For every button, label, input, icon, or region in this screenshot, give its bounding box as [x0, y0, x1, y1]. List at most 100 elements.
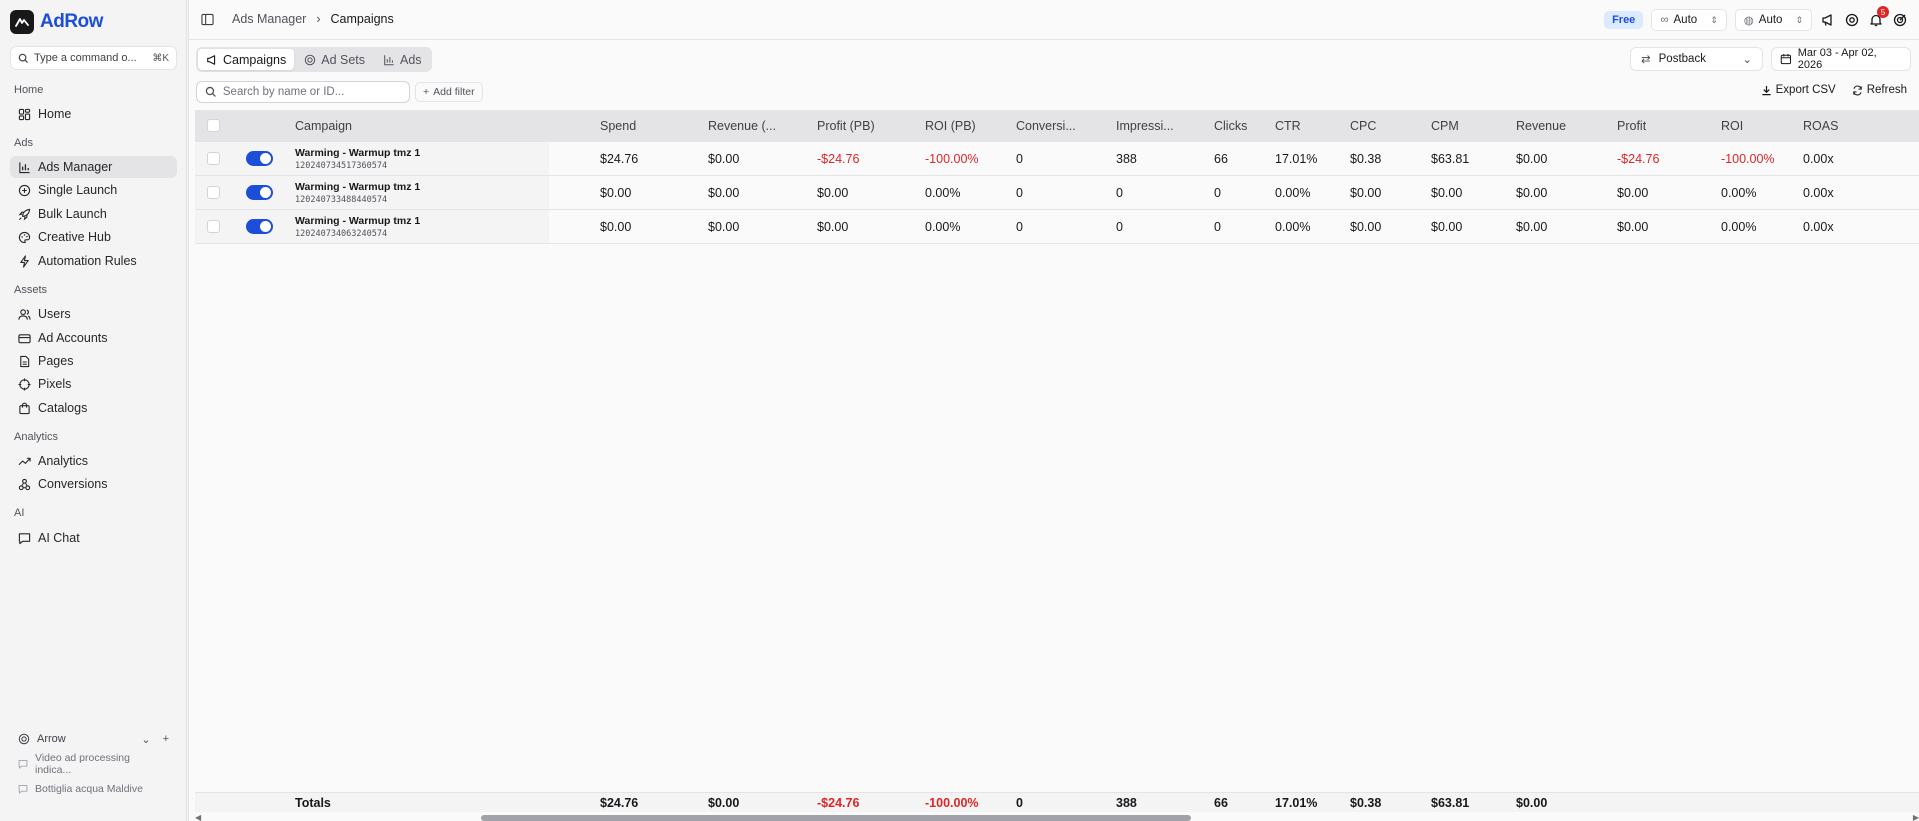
row-checkbox-cell [207, 142, 220, 175]
webhook-icon [18, 478, 31, 490]
section-label-home: Home [14, 84, 44, 96]
campaign-cell[interactable]: Warming - Warmup tmz 1 120240734517360574 [295, 142, 420, 175]
column-header-roas[interactable]: ROAS [1803, 110, 1838, 141]
total-ctr: 17.01% [1275, 795, 1318, 810]
cell-roas: 0.00x [1803, 151, 1834, 166]
plus-icon[interactable]: + [163, 733, 169, 746]
column-header-clicks[interactable]: Clicks [1214, 110, 1247, 141]
tab-campaigns[interactable]: Campaigns [198, 49, 295, 70]
sidebar-item-home[interactable]: Home [10, 103, 177, 125]
column-header-profit-pb[interactable]: Profit (PB) [817, 110, 875, 141]
status-toggle-cell [246, 142, 273, 175]
sidebar-item-catalogs[interactable]: Catalogs [10, 397, 177, 419]
cell-ctr: 0.00% [1275, 185, 1311, 200]
cell-conversi: 0 [1016, 185, 1023, 200]
cell-cpm: $63.81 [1431, 151, 1470, 166]
workspace-chat-item[interactable]: Video ad processing indica... [10, 752, 177, 776]
file-icon [20, 355, 30, 367]
column-header-roi-pb[interactable]: ROI (PB) [925, 110, 976, 141]
attribution-select[interactable]: ⇄ Postback ⌄ [1630, 47, 1763, 71]
sidebar-toggle-icon[interactable] [201, 13, 214, 26]
row-checkbox[interactable] [207, 220, 220, 233]
search-input[interactable] [222, 86, 401, 98]
sidebar-item-analytics[interactable]: Analytics [10, 450, 177, 472]
column-header-profit[interactable]: Profit [1617, 110, 1646, 141]
megaphone-icon [207, 54, 216, 65]
status-toggle[interactable] [246, 219, 273, 234]
search-icon [205, 86, 216, 97]
table-row[interactable]: Warming - Warmup tmz 1 120240734517360574… [195, 142, 1919, 176]
cell-roi-pb: -100.00% [925, 151, 979, 166]
column-header-revenue[interactable]: Revenue (... [708, 110, 776, 141]
chevron-down-icon[interactable]: ⌄ [141, 733, 150, 746]
table-row[interactable]: Warming - Warmup tmz 1 120240734063240574… [195, 210, 1919, 244]
sidebar-item-bulk-launch[interactable]: Bulk Launch [10, 203, 177, 225]
sidebar-item-creative-hub[interactable]: Creative Hub [10, 226, 177, 248]
scroll-right-icon[interactable]: ▶ [1913, 813, 1919, 821]
auto-select-2[interactable]: ◍ Auto ⇕ [1734, 9, 1812, 31]
palette-icon [18, 231, 31, 243]
sidebar-item-pixels[interactable]: Pixels [10, 373, 177, 395]
select-all-checkbox[interactable] [207, 119, 220, 132]
sidebar-item-conversions[interactable]: Conversions [10, 473, 177, 495]
row-checkbox[interactable] [207, 186, 220, 199]
date-range-picker[interactable]: Mar 03 - Apr 02, 2026 [1771, 47, 1911, 71]
plus-circle-icon [18, 184, 31, 196]
target-icon[interactable] [1892, 12, 1908, 28]
sidebar-item-pages[interactable]: Pages [10, 350, 177, 372]
tab-ad-sets[interactable]: Ad Sets [296, 49, 373, 70]
campaign-id: 120240734517360574 [295, 160, 388, 171]
column-header-campaign[interactable]: Campaign [295, 110, 352, 141]
chevron-updown-icon: ⇕ [1710, 14, 1718, 25]
section-label-analytics: Analytics [14, 431, 59, 443]
workspace-selector[interactable]: Arrow ⌄ + [10, 728, 177, 750]
swap-icon: ⇄ [1641, 54, 1651, 66]
column-header-cpc[interactable]: CPC [1350, 110, 1376, 141]
row-checkbox-cell [207, 176, 220, 209]
sidebar-item-automation-rules[interactable]: Automation Rules [10, 250, 177, 272]
cell-cpc: $0.00 [1350, 185, 1382, 200]
megaphone-icon[interactable] [1820, 12, 1836, 28]
scrollbar-thumb[interactable] [481, 815, 1191, 821]
auto-select-1[interactable]: ∞ Auto ⇕ [1651, 9, 1727, 31]
export-csv-button[interactable]: Export CSV [1761, 84, 1836, 96]
command-search[interactable]: Type a command o... ⌘K [10, 46, 177, 70]
breadcrumb-ads-manager[interactable]: Ads Manager [232, 12, 306, 26]
campaign-name[interactable]: Warming - Warmup tmz 1 [295, 147, 420, 159]
scroll-left-icon[interactable]: ◀ [195, 813, 201, 821]
campaign-name[interactable]: Warming - Warmup tmz 1 [295, 181, 420, 193]
campaign-name[interactable]: Warming - Warmup tmz 1 [295, 215, 420, 227]
column-header-ctr[interactable]: CTR [1275, 110, 1301, 141]
add-filter-button[interactable]: + Add filter [415, 82, 483, 102]
column-header-conversi[interactable]: Conversi... [1016, 110, 1076, 141]
top-bar: Ads Manager › Campaigns Free ∞ Auto ⇕ ◍ … [189, 0, 1919, 40]
status-toggle-cell [246, 210, 273, 243]
column-header-impressi[interactable]: Impressi... [1116, 110, 1174, 141]
campaign-cell[interactable]: Warming - Warmup tmz 1 120240734063240574 [295, 210, 420, 243]
column-header-spend[interactable]: Spend [600, 110, 636, 141]
column-header-roi[interactable]: ROI [1721, 110, 1743, 141]
workspace-chat-item[interactable]: Bottiglia acqua Maldive [10, 778, 177, 800]
help-circle-icon[interactable] [1844, 12, 1860, 28]
bell-icon[interactable]: 5 [1868, 6, 1889, 28]
horizontal-scrollbar[interactable]: ◀ ▶ [195, 813, 1919, 821]
sidebar-item-ads-manager[interactable]: Ads Manager [10, 156, 177, 178]
cell-revenue: $0.00 [1516, 185, 1548, 200]
sidebar-item-ai-chat[interactable]: AI Chat [10, 527, 177, 549]
campaign-cell[interactable]: Warming - Warmup tmz 1 120240733488440574 [295, 176, 420, 209]
column-header-revenue[interactable]: Revenue [1516, 110, 1566, 141]
section-label-ads: Ads [14, 137, 33, 149]
row-checkbox[interactable] [207, 152, 220, 165]
app-logo[interactable]: AdRow [10, 10, 103, 34]
sidebar-item-users[interactable]: Users [10, 303, 177, 325]
column-header-cpm[interactable]: CPM [1431, 110, 1459, 141]
status-toggle[interactable] [246, 151, 273, 166]
refresh-button[interactable]: Refresh [1852, 84, 1907, 96]
status-toggle[interactable] [246, 185, 273, 200]
sidebar-item-ad-accounts[interactable]: Ad Accounts [10, 327, 177, 349]
level-tabs: Campaigns Ad Sets Ads [196, 47, 432, 72]
sidebar-item-single-launch[interactable]: Single Launch [10, 179, 177, 201]
table-row[interactable]: Warming - Warmup tmz 1 120240733488440574… [195, 176, 1919, 210]
command-placeholder: Type a command o... [34, 52, 137, 64]
tab-ads[interactable]: Ads [375, 49, 430, 70]
